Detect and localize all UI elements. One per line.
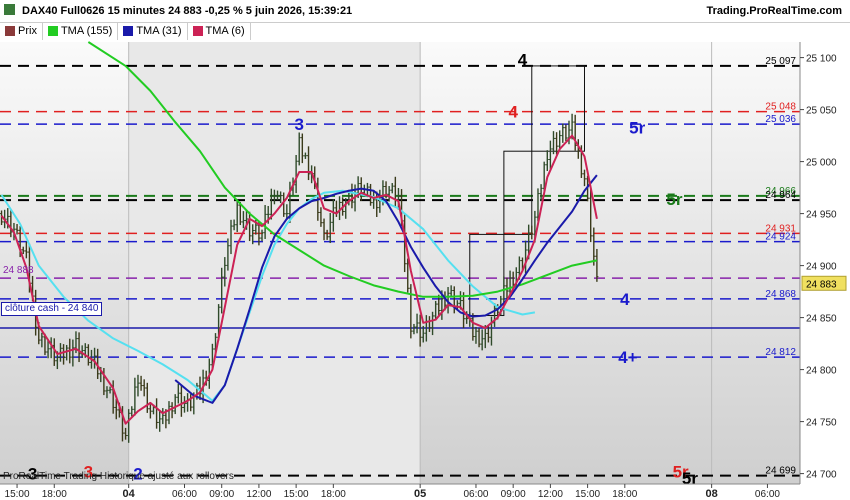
legend: Prix TMA (155) TMA (31) TMA (6) — [0, 22, 251, 40]
x-tick-label: 18:00 — [612, 489, 637, 500]
y-tick-label: 24 950 — [806, 210, 837, 221]
y-tick-label: 25 000 — [806, 158, 837, 169]
wave-label: 5r — [666, 190, 682, 209]
footer-note: ProRealTime Trading Historique ajusté au… — [3, 471, 234, 482]
cloture-cash-label: clôture cash - 24 840 — [1, 302, 103, 316]
y-tick-label: 24 800 — [806, 366, 837, 377]
y-tick-label: 24 700 — [806, 470, 837, 481]
x-tick-label: 15:00 — [5, 489, 30, 500]
price-swatch-icon — [5, 26, 15, 36]
wave-label: 3 — [294, 115, 303, 134]
chart-window: 4 4 3 5r 5r 4 4+ 3 3 2 5r 5r 25 100 25 050 25 000 24 9… — [0, 0, 850, 500]
y-tick-label: 25 100 — [806, 54, 837, 65]
legend-item-prix[interactable]: Prix — [0, 22, 43, 40]
wave-label: 4 — [620, 290, 630, 309]
x-tick-label: 12:00 — [538, 489, 563, 500]
wave-label: 5r — [629, 118, 645, 137]
x-tick-label: 18:00 — [42, 489, 67, 500]
swatch-icon — [123, 26, 134, 36]
x-tick-label: 05 — [414, 488, 426, 500]
swatch-icon — [192, 26, 203, 36]
left-level-label: 24 888 — [3, 265, 34, 276]
x-tick-label: 08 — [706, 488, 718, 500]
wave-label: 4 — [508, 103, 518, 122]
legend-label: TMA (31) — [136, 25, 182, 37]
level-label: 25 097 — [765, 56, 796, 67]
x-tick-label: 06:00 — [172, 489, 197, 500]
x-tick-label: 09:00 — [501, 489, 526, 500]
header-bar: DAX40 Full0626 15 minutes 24 883 -0,25 %… — [0, 0, 850, 23]
y-tick-label: 24 850 — [806, 314, 837, 325]
swatch-icon — [47, 26, 58, 36]
legend-item-tma155[interactable]: TMA (155) — [43, 22, 119, 40]
y-tick-label: 24 750 — [806, 418, 837, 429]
level-label: 24 699 — [765, 466, 796, 477]
legend-label: TMA (155) — [60, 25, 113, 37]
wave-label: 4 — [518, 51, 528, 70]
instrument-title: DAX40 Full0626 15 minutes 24 883 -0,25 %… — [22, 5, 353, 17]
legend-label: Prix — [18, 25, 37, 37]
x-tick-label: 06:00 — [463, 489, 488, 500]
x-tick-label: 04 — [123, 488, 136, 500]
x-tick-label: 12:00 — [246, 489, 271, 500]
level-label: 25 048 — [765, 102, 796, 113]
x-tick-label: 09:00 — [209, 489, 234, 500]
x-tick-label: 06:00 — [755, 489, 780, 500]
level-label: 24 868 — [765, 289, 796, 300]
current-price-label: 24 883 — [806, 279, 837, 290]
price-chart[interactable]: 443 5r5r44+3 3 2 5r5r 25 10025 05025 00024 9… — [0, 0, 850, 500]
x-tick-label: 15:00 — [284, 489, 309, 500]
legend-item-tma6[interactable]: TMA (6) — [188, 22, 251, 40]
level-label: 25 036 — [765, 114, 796, 125]
legend-label: TMA (6) — [205, 25, 245, 37]
x-tick-label: 18:00 — [321, 489, 346, 500]
level-label: 24 812 — [765, 347, 796, 358]
x-tick-label: 15:00 — [575, 489, 600, 500]
legend-item-tma31[interactable]: TMA (31) — [118, 22, 188, 40]
y-tick-label: 25 050 — [806, 106, 837, 117]
level-label: 24 964 — [765, 190, 796, 201]
expand-icon[interactable] — [4, 4, 15, 15]
level-label: 24 924 — [765, 232, 796, 243]
wave-label: 4+ — [618, 348, 637, 367]
site-label: Trading.ProRealTime.com — [706, 5, 842, 17]
y-tick-label: 24 900 — [806, 262, 837, 273]
